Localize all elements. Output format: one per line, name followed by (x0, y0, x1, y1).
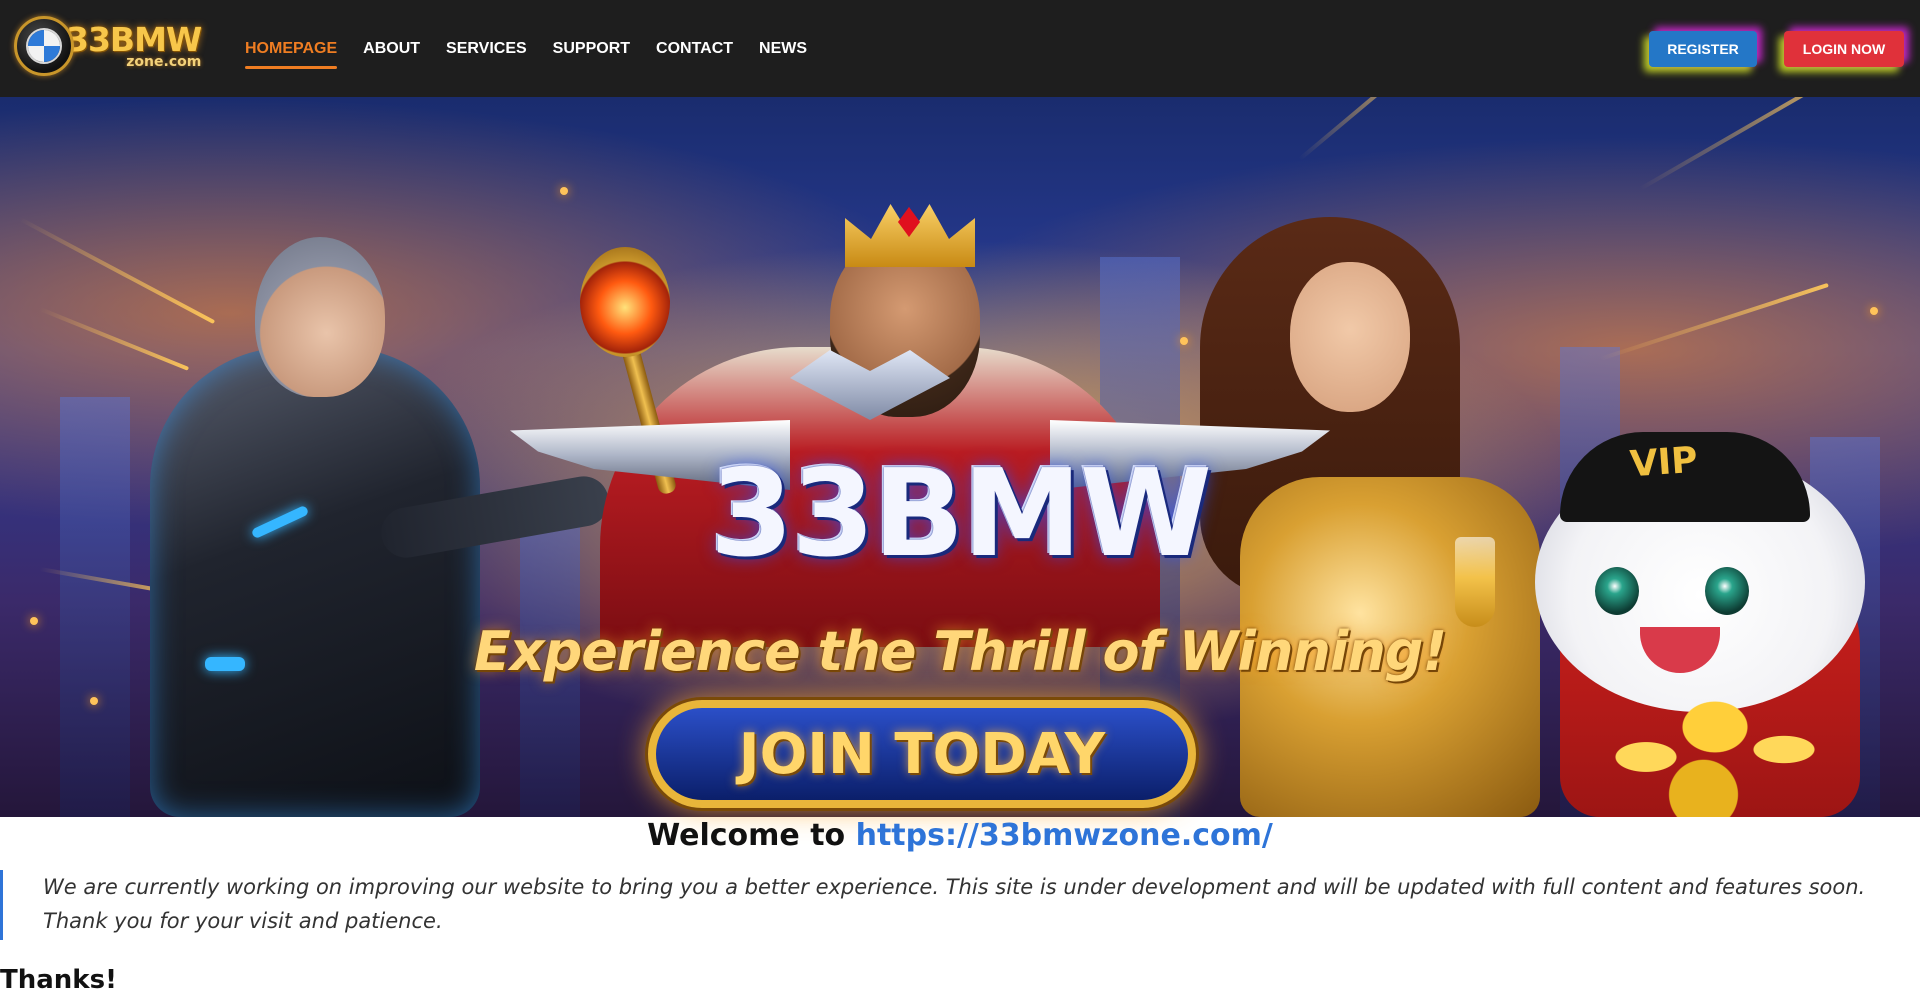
spark (90, 697, 98, 705)
spark (1870, 307, 1878, 315)
nav-homepage[interactable]: HOMEPAGE (245, 36, 338, 69)
site-link[interactable]: https://33bmwzone.com/ (856, 818, 1273, 853)
spark (560, 187, 568, 195)
site-logo[interactable]: 33BMW zone.com (14, 14, 214, 78)
thanks-heading: Thanks! (0, 965, 117, 995)
logo-text: 33BMW (66, 20, 202, 59)
nav-support[interactable]: SUPPORT (553, 36, 630, 62)
welcome-text: Welcome to (647, 818, 846, 853)
nav-news[interactable]: NEWS (759, 36, 807, 62)
login-button[interactable]: LOGIN NOW (1784, 31, 1904, 67)
development-notice: We are currently working on improving ou… (0, 870, 1920, 940)
join-today-button[interactable]: JOIN TODAY (648, 700, 1196, 808)
nav-about[interactable]: ABOUT (363, 36, 420, 62)
nav-services[interactable]: SERVICES (446, 36, 527, 62)
welcome-heading: Welcome to https://33bmwzone.com/ (0, 818, 1920, 853)
main-nav: HOMEPAGE ABOUT SERVICES SUPPORT CONTACT … (245, 0, 833, 97)
scepter-orb (580, 247, 670, 357)
light-streak (1599, 282, 1829, 361)
bmw-roundel-icon (14, 16, 74, 76)
spark (1180, 337, 1188, 345)
nav-contact[interactable]: CONTACT (656, 36, 733, 62)
register-button[interactable]: REGISTER (1649, 31, 1757, 67)
woman-face (1290, 262, 1410, 412)
warrior-head (255, 237, 385, 397)
light-streak (39, 307, 190, 371)
banner-brand-title: 33BMW (709, 445, 1212, 584)
warrior-character (150, 347, 480, 817)
logo-subtext: zone.com (126, 54, 202, 70)
light-streak (1639, 97, 1867, 191)
light-streak (19, 217, 216, 325)
light-streak (1298, 97, 1440, 161)
site-header: 33BMW zone.com HOMEPAGE ABOUT SERVICES S… (0, 0, 1920, 97)
gold-coins (1600, 667, 1830, 817)
banner-tagline: Experience the Thrill of Winning! (473, 620, 1447, 683)
